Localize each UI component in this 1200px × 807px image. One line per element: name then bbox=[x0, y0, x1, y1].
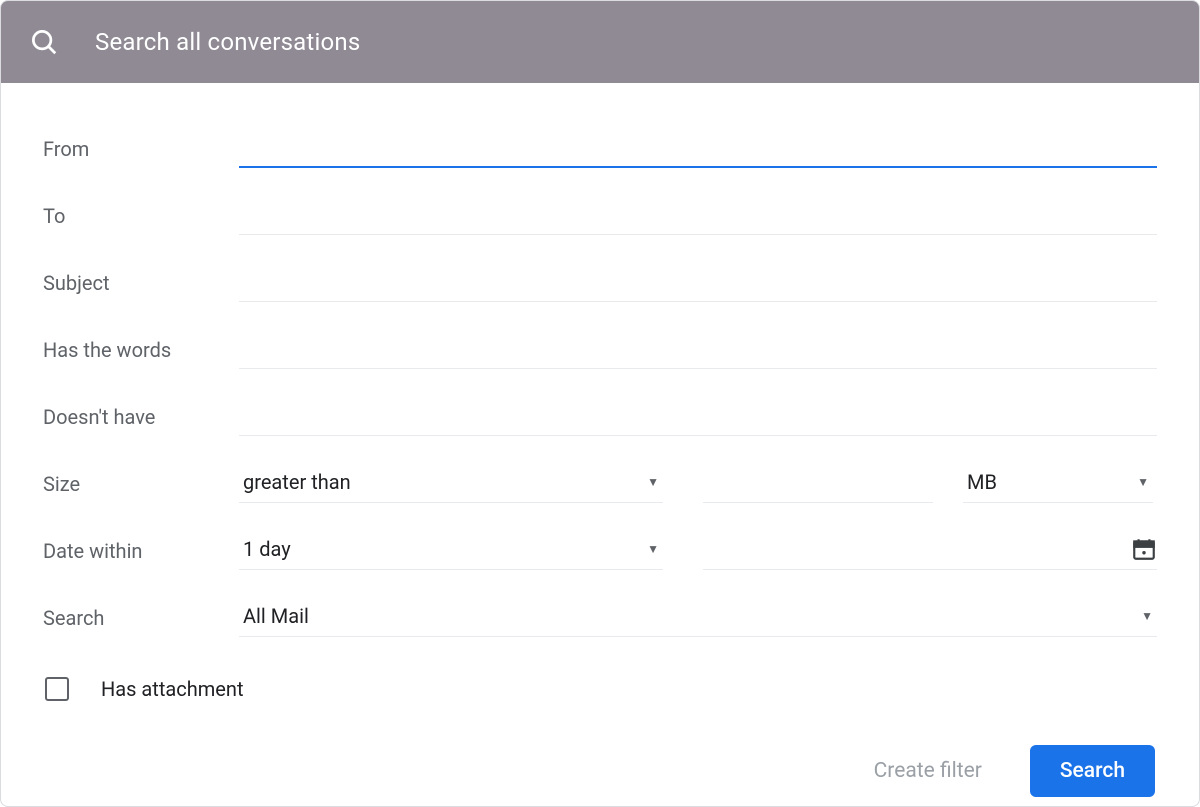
attachment-row: Has attachment bbox=[43, 659, 1157, 719]
from-row: From bbox=[43, 115, 1157, 182]
size-value-input[interactable] bbox=[703, 465, 933, 503]
date-range-value: 1 day bbox=[243, 537, 291, 561]
search-icon bbox=[29, 27, 59, 57]
search-location-row: Search All Mail ▼ bbox=[43, 584, 1157, 651]
haswords-label: Has the words bbox=[43, 338, 239, 362]
footer-actions: Create filter Search bbox=[43, 745, 1157, 797]
search-header: Search all conversations bbox=[1, 1, 1199, 83]
search-location-label: Search bbox=[43, 606, 239, 630]
size-label: Size bbox=[43, 472, 239, 496]
has-attachment-label: Has attachment bbox=[101, 677, 244, 701]
search-form: From To Subject Has the words bbox=[1, 83, 1199, 807]
create-filter-button[interactable]: Create filter bbox=[866, 749, 990, 793]
size-operator-value: greater than bbox=[243, 470, 351, 494]
subject-input[interactable] bbox=[239, 264, 1157, 302]
size-row: Size greater than ▼ MB ▼ bbox=[43, 450, 1157, 517]
date-range-dropdown[interactable]: 1 day ▼ bbox=[239, 531, 663, 570]
caret-down-icon: ▼ bbox=[1141, 609, 1153, 623]
date-value-field[interactable] bbox=[703, 531, 1157, 570]
to-row: To bbox=[43, 182, 1157, 249]
search-placeholder[interactable]: Search all conversations bbox=[95, 28, 360, 56]
doesnthave-label: Doesn't have bbox=[43, 405, 239, 429]
to-input[interactable] bbox=[239, 197, 1157, 235]
caret-down-icon: ▼ bbox=[1137, 475, 1149, 489]
doesnthave-row: Doesn't have bbox=[43, 383, 1157, 450]
search-button[interactable]: Search bbox=[1030, 745, 1155, 797]
calendar-icon[interactable] bbox=[1131, 536, 1157, 562]
date-label: Date within bbox=[43, 539, 239, 563]
from-label: From bbox=[43, 137, 239, 161]
date-row: Date within 1 day ▼ bbox=[43, 517, 1157, 584]
size-unit-value: MB bbox=[967, 470, 997, 494]
caret-down-icon: ▼ bbox=[647, 542, 659, 556]
subject-row: Subject bbox=[43, 249, 1157, 316]
subject-label: Subject bbox=[43, 271, 239, 295]
to-label: To bbox=[43, 204, 239, 228]
caret-down-icon: ▼ bbox=[647, 475, 659, 489]
size-unit-dropdown[interactable]: MB ▼ bbox=[963, 464, 1153, 503]
has-attachment-checkbox[interactable] bbox=[45, 677, 69, 701]
advanced-search-panel: Search all conversations From To Subject bbox=[0, 0, 1200, 807]
search-location-dropdown[interactable]: All Mail ▼ bbox=[239, 598, 1157, 637]
haswords-row: Has the words bbox=[43, 316, 1157, 383]
from-input[interactable] bbox=[239, 129, 1157, 168]
search-location-value: All Mail bbox=[243, 604, 309, 628]
size-operator-dropdown[interactable]: greater than ▼ bbox=[239, 464, 663, 503]
doesnthave-input[interactable] bbox=[239, 398, 1157, 436]
haswords-input[interactable] bbox=[239, 331, 1157, 369]
